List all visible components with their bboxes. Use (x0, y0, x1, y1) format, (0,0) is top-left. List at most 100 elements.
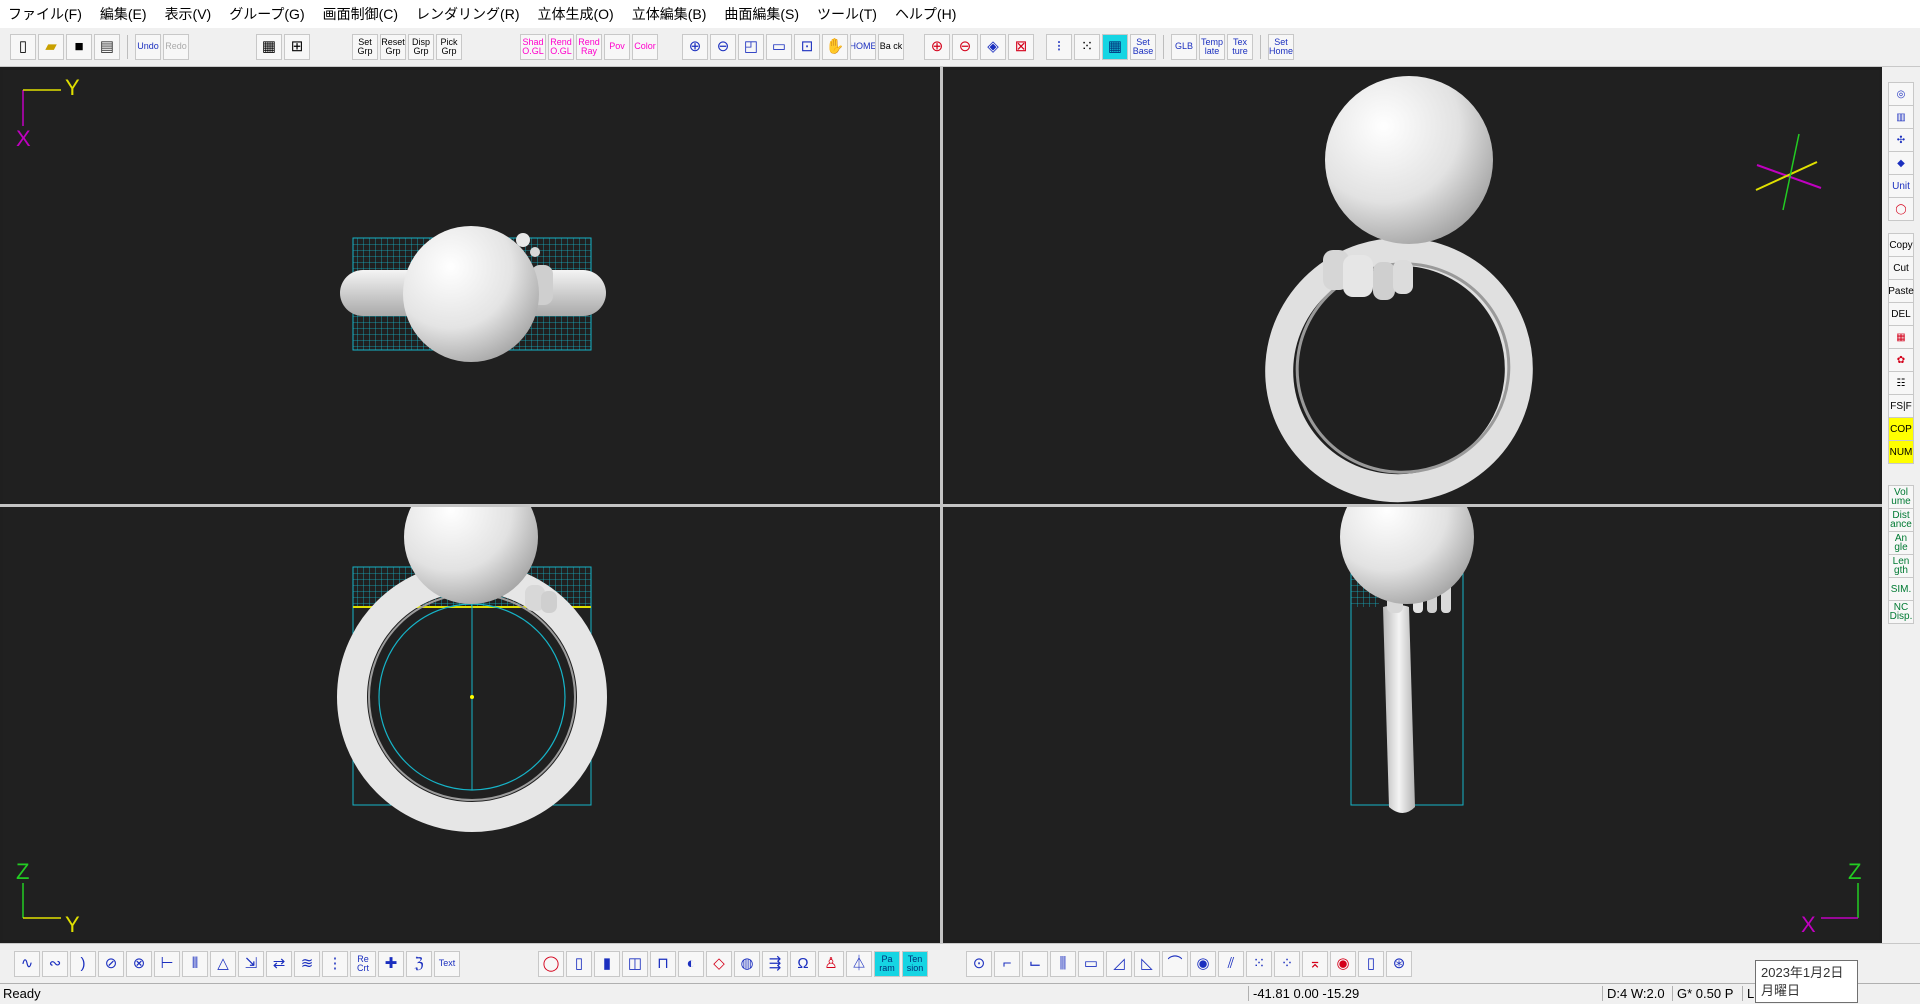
pattern-button[interactable]: ✿ (1888, 348, 1914, 372)
pick-group-button[interactable]: Pick Grp (436, 33, 462, 60)
text-button[interactable]: Text (434, 950, 460, 977)
angle-button[interactable]: An gle (1888, 531, 1914, 555)
menu-screen-control[interactable]: 画面制御(C) (314, 4, 407, 24)
zoom-fit-button[interactable]: ◰ (738, 33, 764, 60)
eye-button[interactable]: ◉ (1330, 950, 1356, 977)
viewport-top[interactable]: Y X (3, 70, 939, 504)
menu-group[interactable]: グループ(G) (220, 4, 313, 24)
slope-button[interactable]: ◿ (1106, 950, 1132, 977)
array-button[interactable]: ▦ (1888, 325, 1914, 349)
wedge-button[interactable]: ◺ (1134, 950, 1160, 977)
display-group-button[interactable]: Disp Grp (408, 33, 434, 60)
new-file-button[interactable]: ▯ (10, 33, 36, 60)
menu-solid-create[interactable]: 立体生成(O) (528, 4, 622, 24)
spline-button[interactable]: ∾ (42, 950, 68, 977)
edit-points-button[interactable]: ⊙ (966, 950, 992, 977)
sphere-button[interactable]: ◯ (538, 950, 564, 977)
wave-button[interactable]: ≋ (294, 950, 320, 977)
undo-button[interactable]: Undo (135, 33, 161, 60)
extrude-button[interactable]: ▮ (594, 950, 620, 977)
volume-button[interactable]: Vol ume (1888, 485, 1914, 509)
join-button[interactable]: ⊗ (126, 950, 152, 977)
cylinder-button[interactable]: ▯ (566, 950, 592, 977)
menu-help[interactable]: ヘルプ(H) (886, 4, 965, 24)
gem-button[interactable]: ◆ (1888, 151, 1914, 175)
mirror-button[interactable]: ⫴ (182, 950, 208, 977)
menu-edit[interactable]: 編集(E) (91, 4, 156, 24)
set-home-button[interactable]: Set Home (1268, 33, 1294, 60)
fsf-button[interactable]: FS|F (1888, 394, 1914, 418)
revolve-button[interactable]: ◐ (678, 950, 704, 977)
zoom-window-button[interactable]: ▭ (766, 33, 792, 60)
viewport-splitter-horizontal[interactable] (0, 504, 1882, 507)
param-button[interactable]: Pa ram (874, 950, 900, 977)
render-ray-button[interactable]: Rend Ray (576, 33, 602, 60)
pipe-button[interactable]: ⇶ (762, 950, 788, 977)
print-button[interactable]: ▤ (94, 33, 120, 60)
open-file-button[interactable]: ▰ (38, 33, 64, 60)
sim-button[interactable]: SIM. (1888, 577, 1914, 601)
zoom-in-button[interactable]: ⊕ (682, 33, 708, 60)
unit-button[interactable]: Unit (1888, 174, 1914, 198)
grid-dots-button[interactable]: ⁝ (1046, 33, 1072, 60)
pan-button[interactable]: ✋ (822, 33, 848, 60)
menu-file[interactable]: ファイル(F) (0, 4, 91, 24)
viewport-side[interactable]: Z X (943, 470, 1879, 940)
deform-button[interactable]: ⌅ (1302, 950, 1328, 977)
menu-view[interactable]: 表示(V) (156, 4, 221, 24)
zoom-in-red-button[interactable]: ⊕ (924, 33, 950, 60)
shade-opengl-button[interactable]: Shad O.GL (520, 33, 546, 60)
trim-button[interactable]: ⊢ (154, 950, 180, 977)
length-button[interactable]: Len gth (1888, 554, 1914, 578)
menu-rendering[interactable]: レンダリング(R) (407, 4, 528, 24)
viewport-front[interactable]: Z Y (3, 470, 939, 940)
frame2-button[interactable]: ▯ (1358, 950, 1384, 977)
save-button[interactable]: ■ (66, 33, 92, 60)
stand-button[interactable]: ⏃ (846, 950, 872, 977)
recreate-button[interactable]: Re Crt (350, 950, 376, 977)
shell-button[interactable]: ◍ (734, 950, 760, 977)
tree-button[interactable]: ☷ (1888, 371, 1914, 395)
zoom-area-button[interactable]: ⊡ (794, 33, 820, 60)
nc-display-button[interactable]: NC Disp. (1888, 600, 1914, 624)
menu-tools[interactable]: ツール(T) (808, 4, 886, 24)
slant-button[interactable]: ⫽ (1218, 950, 1244, 977)
dots-grid-button[interactable]: ⁙ (1246, 950, 1272, 977)
triangle-button[interactable]: △ (210, 950, 236, 977)
offset-button[interactable]: ⊘ (98, 950, 124, 977)
link-button[interactable]: ⊛ (1386, 950, 1412, 977)
menu-surface-edit[interactable]: 曲面編集(S) (715, 4, 808, 24)
point-button[interactable]: ✚ (378, 950, 404, 977)
viewport-perspective[interactable] (943, 70, 1879, 504)
panel2-button[interactable]: ▭ (1078, 950, 1104, 977)
move-button[interactable]: ⇄ (266, 950, 292, 977)
texture-button[interactable]: Tex ture (1227, 33, 1253, 60)
bench-button[interactable]: ▥ (1888, 105, 1914, 129)
zoom-out-button[interactable]: ⊖ (710, 33, 736, 60)
bail-button[interactable]: Ω (790, 950, 816, 977)
set-base-button[interactable]: Set Base (1130, 33, 1156, 60)
view-frame-button[interactable]: ⊠ (1008, 33, 1034, 60)
gem-setting-button[interactable]: ✣ (1888, 128, 1914, 152)
home-button[interactable]: HOME (850, 33, 876, 60)
tension-button[interactable]: Ten sion (902, 950, 928, 977)
redo-button[interactable]: Redo (163, 33, 189, 60)
layer-panel-button[interactable]: ⊞ (284, 33, 310, 60)
menu-solid-edit[interactable]: 立体編集(B) (623, 4, 716, 24)
scale-button[interactable]: ⇲ (238, 950, 264, 977)
step2-button[interactable]: ⌙ (1022, 950, 1048, 977)
pov-button[interactable]: Pov (604, 33, 630, 60)
ring-size-button[interactable]: ◯ (1888, 197, 1914, 221)
set-group-button[interactable]: Set Grp (352, 33, 378, 60)
box-button[interactable]: ◇ (706, 950, 732, 977)
num-button[interactable]: NUM (1888, 440, 1914, 464)
arc-button[interactable]: ) (70, 950, 96, 977)
paste-button[interactable]: Paste (1888, 279, 1914, 303)
distance-button[interactable]: Dist ance (1888, 508, 1914, 532)
cop-button[interactable]: COP (1888, 417, 1914, 441)
prong-button[interactable]: ♙ (818, 950, 844, 977)
template-button[interactable]: Temp late (1199, 33, 1225, 60)
twist-button[interactable]: ℨ (406, 950, 432, 977)
step-button[interactable]: ⌐ (994, 950, 1020, 977)
color-button[interactable]: Color (632, 33, 658, 60)
